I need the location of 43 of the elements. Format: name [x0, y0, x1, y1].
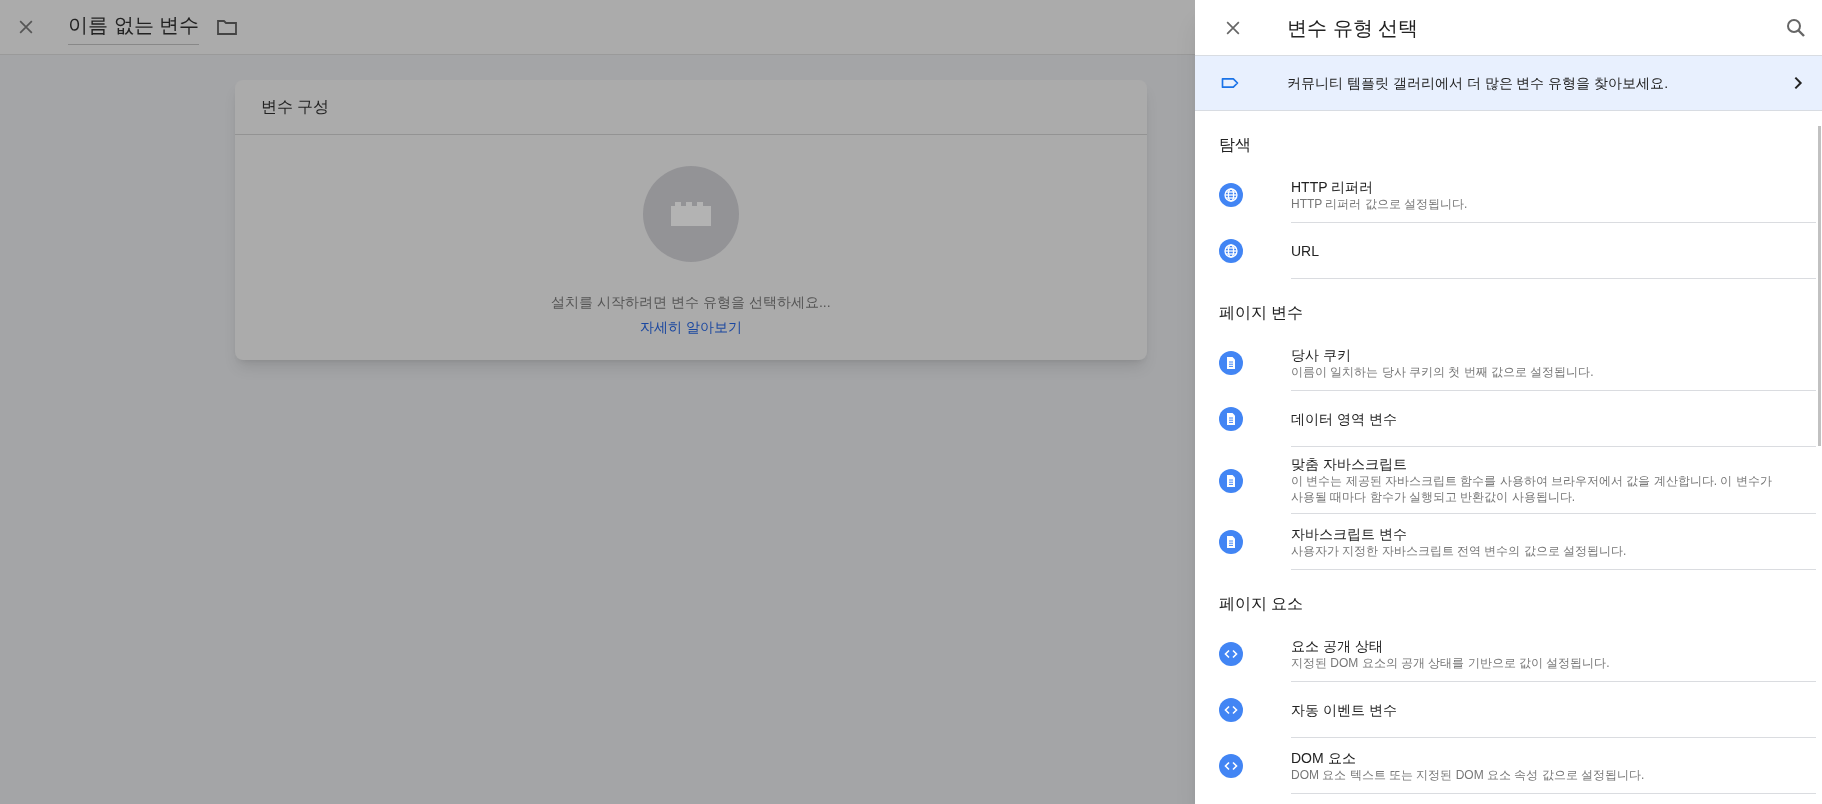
card-title: 변수 구성 — [261, 97, 330, 117]
item-title: 자동 이벤트 변수 — [1291, 700, 1398, 719]
variable-type-item[interactable]: 맞춤 자바스크립트 이 변수는 제공된 자바스크립트 함수를 사용하여 브라우저에서 값을 계산합니다. 이 변수가 사용될 때마다 함수가 실행되고 반환값이 사용됩니다. — [1195, 447, 1816, 514]
variable-type-item[interactable]: 당사 쿠키 이름이 일치하는 당사 쿠키의 첫 번째 값으로 설정됩니다. — [1195, 335, 1816, 391]
item-title: 자바스크립트 변수 — [1291, 524, 1408, 543]
item-description: DOM 요소 텍스트 또는 지정된 DOM 요소 속성 값으로 설정됩니다. — [1291, 766, 1646, 783]
learn-more-link[interactable]: 자세히 알아보기 — [640, 317, 742, 338]
variable-type-item[interactable]: 자동 이벤트 변수 — [1195, 682, 1816, 738]
variable-type-item[interactable]: HTTP 리퍼러 HTTP 리퍼러 값으로 설정됩니다. — [1195, 167, 1816, 223]
scrollbar-thumb[interactable] — [1818, 126, 1821, 446]
item-description: HTTP 리퍼러 값으로 설정됩니다. — [1291, 195, 1469, 212]
document-icon — [1219, 407, 1243, 431]
item-description: 지정된 DOM 요소의 공개 상태를 기반으로 값이 설정됩니다. — [1291, 654, 1611, 671]
variable-type-item[interactable]: URL — [1195, 223, 1816, 279]
code-icon — [1219, 642, 1243, 666]
variable-type-item[interactable]: 데이터 영역 변수 — [1195, 391, 1816, 447]
document-icon — [1219, 468, 1243, 493]
item-title: DOM 요소 — [1291, 748, 1357, 767]
code-icon — [1219, 754, 1243, 778]
section-heading: 페이지 요소 — [1218, 594, 1305, 614]
item-title: 당사 쿠키 — [1291, 345, 1352, 364]
item-description: 이름이 일치하는 당사 쿠키의 첫 번째 값으로 설정됩니다. — [1291, 363, 1595, 380]
globe-icon — [1219, 239, 1243, 263]
variable-name-field[interactable]: 이름 없는 변수 — [68, 9, 200, 45]
section-heading: 탐색 — [1218, 135, 1252, 155]
document-icon — [1219, 351, 1243, 375]
gallery-banner[interactable]: 커뮤니티 템플릿 갤러리에서 더 많은 변수 유형을 찾아보세요. — [1195, 55, 1822, 111]
instruction-text: 설치를 시작하려면 변수 유형을 선택하세요... — [551, 293, 831, 312]
item-description: 사용자가 지정한 자바스크립트 전역 변수의 값으로 설정됩니다. — [1291, 542, 1628, 559]
variable-type-item[interactable]: 요소 공개 상태 지정된 DOM 요소의 공개 상태를 기반으로 값이 설정됩니다. — [1195, 626, 1816, 682]
item-title: URL — [1291, 241, 1320, 260]
item-title: 요소 공개 상태 — [1291, 636, 1384, 655]
item-title: 맞춤 자바스크립트 — [1291, 455, 1408, 473]
item-description: 이 변수는 제공된 자바스크립트 함수를 사용하여 브라우저에서 값을 계산합니다. 이 변수가 사용될 때마다 함수가 실행되고 반환값이 사용됩니다. — [1291, 473, 1773, 505]
item-title: 데이터 영역 변수 — [1291, 409, 1398, 428]
section-heading: 페이지 변수 — [1218, 303, 1305, 323]
document-icon — [1219, 530, 1243, 554]
variable-type-item[interactable]: DOM 요소 DOM 요소 텍스트 또는 지정된 DOM 요소 속성 값으로 설정됩니다. — [1195, 738, 1816, 794]
globe-icon — [1219, 183, 1243, 207]
code-icon — [1219, 698, 1243, 722]
panel-title: 변수 유형 선택 — [1287, 15, 1420, 41]
variable-type-item[interactable]: 자바스크립트 변수 사용자가 지정한 자바스크립트 전역 변수의 값으로 설정됩니다. — [1195, 514, 1816, 570]
item-title: HTTP 리퍼러 — [1291, 177, 1375, 196]
